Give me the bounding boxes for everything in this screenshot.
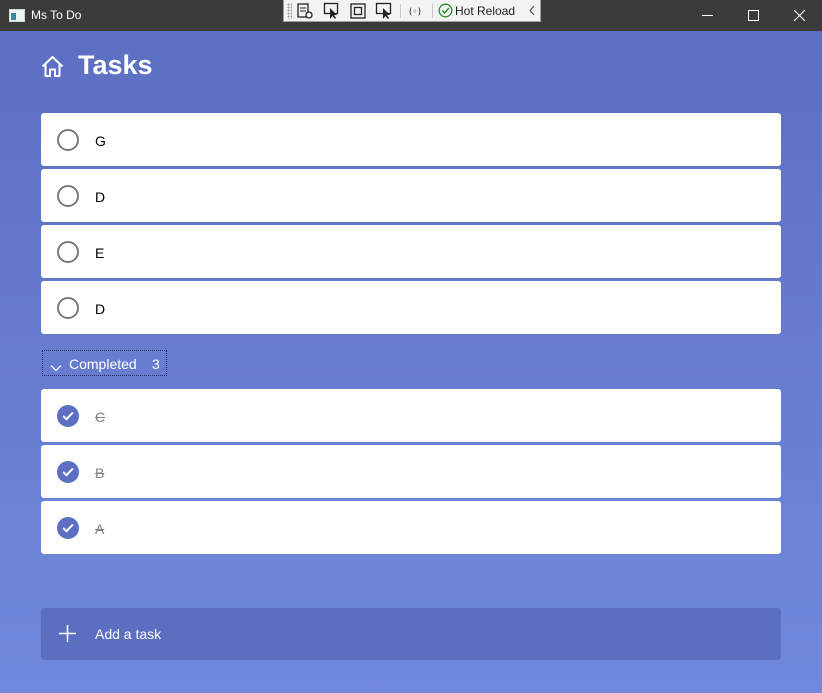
page-title: Tasks	[78, 50, 153, 80]
live-visual-tree-icon[interactable]	[296, 2, 314, 20]
task-item[interactable]: E	[41, 225, 781, 278]
add-task-label: Add a task	[95, 626, 162, 642]
chevron-down-icon	[50, 359, 62, 372]
toolbar-separator	[432, 4, 433, 18]
toolbar-grip[interactable]	[287, 3, 292, 19]
hot-reload-label[interactable]: Hot Reload	[455, 4, 515, 18]
completed-section-toggle[interactable]: Completed 3	[42, 350, 167, 376]
complete-task-checkbox[interactable]	[57, 241, 79, 263]
toolbar-separator	[400, 4, 401, 18]
task-label: B	[95, 465, 105, 481]
binding-failures-icon[interactable]: (◦)	[406, 2, 424, 20]
xaml-debug-toolbar: (◦) Hot Reload	[283, 0, 541, 22]
task-label: A	[95, 521, 105, 537]
task-label: G	[95, 133, 106, 149]
maximize-button[interactable]	[730, 0, 776, 31]
home-icon	[40, 54, 65, 79]
task-label: D	[95, 189, 106, 205]
svg-text:(◦): (◦)	[409, 8, 421, 18]
minimize-button[interactable]	[684, 0, 730, 31]
display-layout-adorners-icon[interactable]	[349, 2, 367, 20]
checkmark-icon	[62, 523, 74, 533]
checkmark-icon	[62, 467, 74, 477]
plus-icon	[59, 625, 76, 642]
completed-checkbox[interactable]	[57, 517, 79, 539]
completed-count: 3	[152, 356, 160, 372]
completed-task-item[interactable]: C	[41, 389, 781, 442]
title-bar: Ms To Do (◦) Hot Reload	[0, 0, 822, 31]
completed-task-item[interactable]: B	[41, 445, 781, 498]
checkmark-icon	[62, 411, 74, 421]
task-item[interactable]: G	[41, 113, 781, 166]
task-label: C	[95, 409, 106, 425]
app-icon	[9, 9, 25, 22]
main-content: Tasks G D E D Completed 3 C B A Add a ta…	[0, 31, 822, 693]
complete-task-checkbox[interactable]	[57, 129, 79, 151]
task-label: E	[95, 245, 105, 261]
completed-checkbox[interactable]	[57, 461, 79, 483]
add-task-button[interactable]: Add a task	[41, 608, 781, 660]
completed-label: Completed	[69, 356, 137, 372]
task-item[interactable]: D	[41, 281, 781, 334]
complete-task-checkbox[interactable]	[57, 185, 79, 207]
complete-task-checkbox[interactable]	[57, 297, 79, 319]
completed-checkbox[interactable]	[57, 405, 79, 427]
completed-task-item[interactable]: A	[41, 501, 781, 554]
task-item[interactable]: D	[41, 169, 781, 222]
window-title: Ms To Do	[31, 8, 82, 22]
task-label: D	[95, 301, 106, 317]
chevron-left-icon[interactable]	[527, 3, 537, 18]
select-element-icon[interactable]	[323, 2, 341, 20]
close-button[interactable]	[776, 0, 822, 31]
track-focused-element-icon[interactable]	[375, 2, 393, 20]
check-circle-icon	[438, 3, 453, 18]
